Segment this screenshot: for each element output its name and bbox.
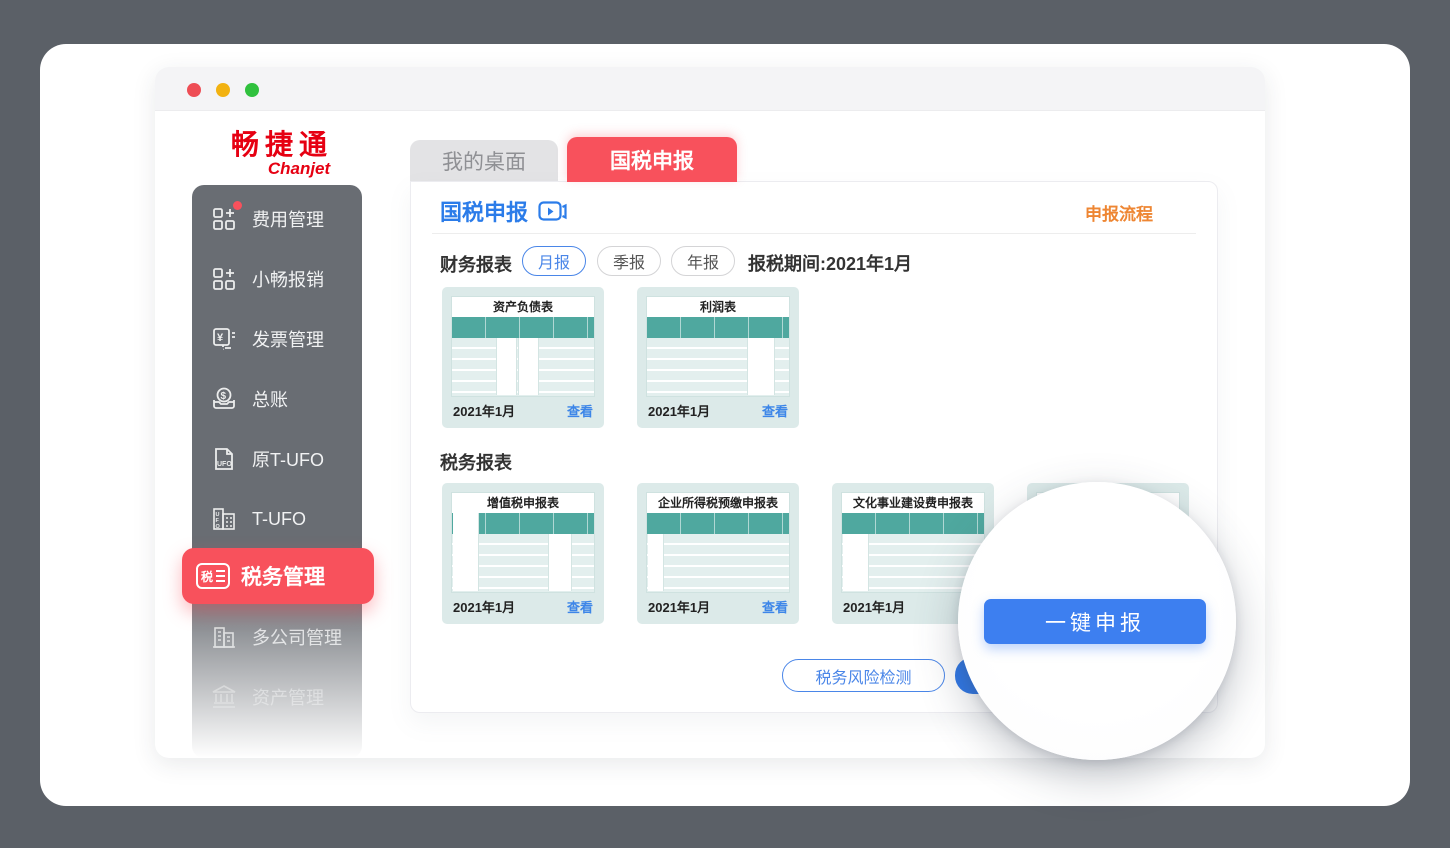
sidebar-item-ledger[interactable]: $ 总账 (192, 369, 362, 429)
brand-name-cn: 畅捷通 (214, 130, 350, 160)
companies-icon (210, 623, 238, 651)
building-ufo-icon: U F O (210, 505, 238, 533)
period-button-quarterly[interactable]: 季报 (597, 246, 661, 276)
tab-national-tax[interactable]: 国税申报 (567, 137, 737, 182)
view-link[interactable]: 查看 (762, 597, 788, 616)
declaration-flow-link[interactable]: 申报流程 (1085, 200, 1153, 225)
card-period: 2021年1月 (648, 401, 710, 420)
sidebar-item-label: T-UFO (252, 509, 306, 530)
tax-icon: 税 (195, 562, 231, 590)
sidebar-item-tax-management[interactable]: 税 税务管理 (182, 548, 374, 604)
card-period: 2021年1月 (843, 597, 905, 616)
sidebar-item-legacy-tufo[interactable]: UFO 原T-UFO (192, 429, 362, 489)
report-thumbnail: 企业所得税预缴申报表 (646, 492, 790, 593)
bank-icon (210, 683, 238, 711)
sidebar-item-label: 小畅报销 (252, 266, 324, 292)
report-thumbnail: 利润表 (646, 296, 790, 397)
sidebar-item-multicompany[interactable]: 多公司管理 (192, 607, 362, 667)
view-link[interactable]: 查看 (567, 401, 593, 420)
tax-period-text: 报税期间:2021年1月 (748, 250, 912, 276)
card-period: 2021年1月 (453, 401, 515, 420)
sidebar-item-label: 资产管理 (252, 684, 324, 710)
sidebar-item-label: 费用管理 (252, 206, 324, 232)
svg-text:税: 税 (201, 569, 213, 584)
brand-logo: 畅捷通 Chanjet (214, 130, 350, 178)
sidebar-item-reimburse[interactable]: 小畅报销 (192, 249, 362, 309)
panel-title-text: 国税申报 (440, 195, 528, 227)
svg-text:$: $ (221, 391, 227, 402)
period-button-yearly[interactable]: 年报 (671, 246, 735, 276)
svg-text:O: O (216, 524, 221, 530)
report-thumbnail: 资产负债表 (451, 296, 595, 397)
notification-badge (233, 201, 242, 210)
report-card-income-statement[interactable]: 利润表 2021年1月 查看 (637, 287, 799, 428)
close-window-icon[interactable] (187, 83, 201, 97)
sidebar-item-expense[interactable]: 费用管理 (192, 189, 362, 249)
sidebar-item-tufo[interactable]: U F O T-UFO (192, 489, 362, 549)
modules-plus-icon (210, 265, 238, 293)
video-guide-icon[interactable] (538, 201, 567, 222)
brand-name-latin: Chanjet (214, 160, 350, 178)
modules-plus-icon (210, 205, 238, 233)
sidebar-nav: 费用管理 小畅报销 ¥ 发票管理 $ 总账 (192, 185, 362, 758)
tab-my-desktop[interactable]: 我的桌面 (410, 140, 558, 182)
report-thumbnail: 增值税申报表 (451, 492, 595, 593)
tax-risk-check-button[interactable]: 税务风险检测 (782, 659, 945, 692)
invoice-icon: ¥ (210, 325, 238, 353)
report-card-vat[interactable]: 增值税申报表 2021年1月 查看 (442, 483, 604, 624)
tax-section-label: 税务报表 (440, 449, 512, 475)
minimize-window-icon[interactable] (216, 83, 230, 97)
sidebar-item-label: 总账 (252, 386, 288, 412)
sidebar-item-assets[interactable]: 资产管理 (192, 667, 362, 727)
card-period: 2021年1月 (648, 597, 710, 616)
sidebar-item-label: 税务管理 (241, 561, 325, 591)
finance-section-label: 财务报表 (440, 251, 512, 277)
report-card-corporate-income-tax[interactable]: 企业所得税预缴申报表 2021年1月 查看 (637, 483, 799, 624)
sidebar-item-label: 发票管理 (252, 326, 324, 352)
card-period: 2021年1月 (453, 597, 515, 616)
view-link[interactable]: 查看 (567, 597, 593, 616)
svg-text:UFO: UFO (217, 461, 232, 468)
panel-title: 国税申报 (440, 195, 567, 227)
document-ufo-icon: UFO (210, 445, 238, 473)
zoom-window-icon[interactable] (245, 83, 259, 97)
ledger-icon: $ (210, 385, 238, 413)
report-thumbnail: 文化事业建设费申报表 (841, 492, 985, 593)
report-card-balance-sheet[interactable]: 资产负债表 2021年1月 查看 (442, 287, 604, 428)
one-click-submit-cta[interactable]: 一键申报 (984, 599, 1206, 644)
period-button-monthly[interactable]: 月报 (522, 246, 586, 276)
window-titlebar (155, 67, 1265, 111)
sidebar-item-label: 原T-UFO (252, 446, 324, 472)
sidebar-item-invoice[interactable]: ¥ 发票管理 (192, 309, 362, 369)
view-link[interactable]: 查看 (762, 401, 788, 420)
sidebar-item-label: 多公司管理 (252, 624, 342, 650)
header-divider (432, 233, 1196, 234)
svg-text:¥: ¥ (217, 332, 224, 344)
